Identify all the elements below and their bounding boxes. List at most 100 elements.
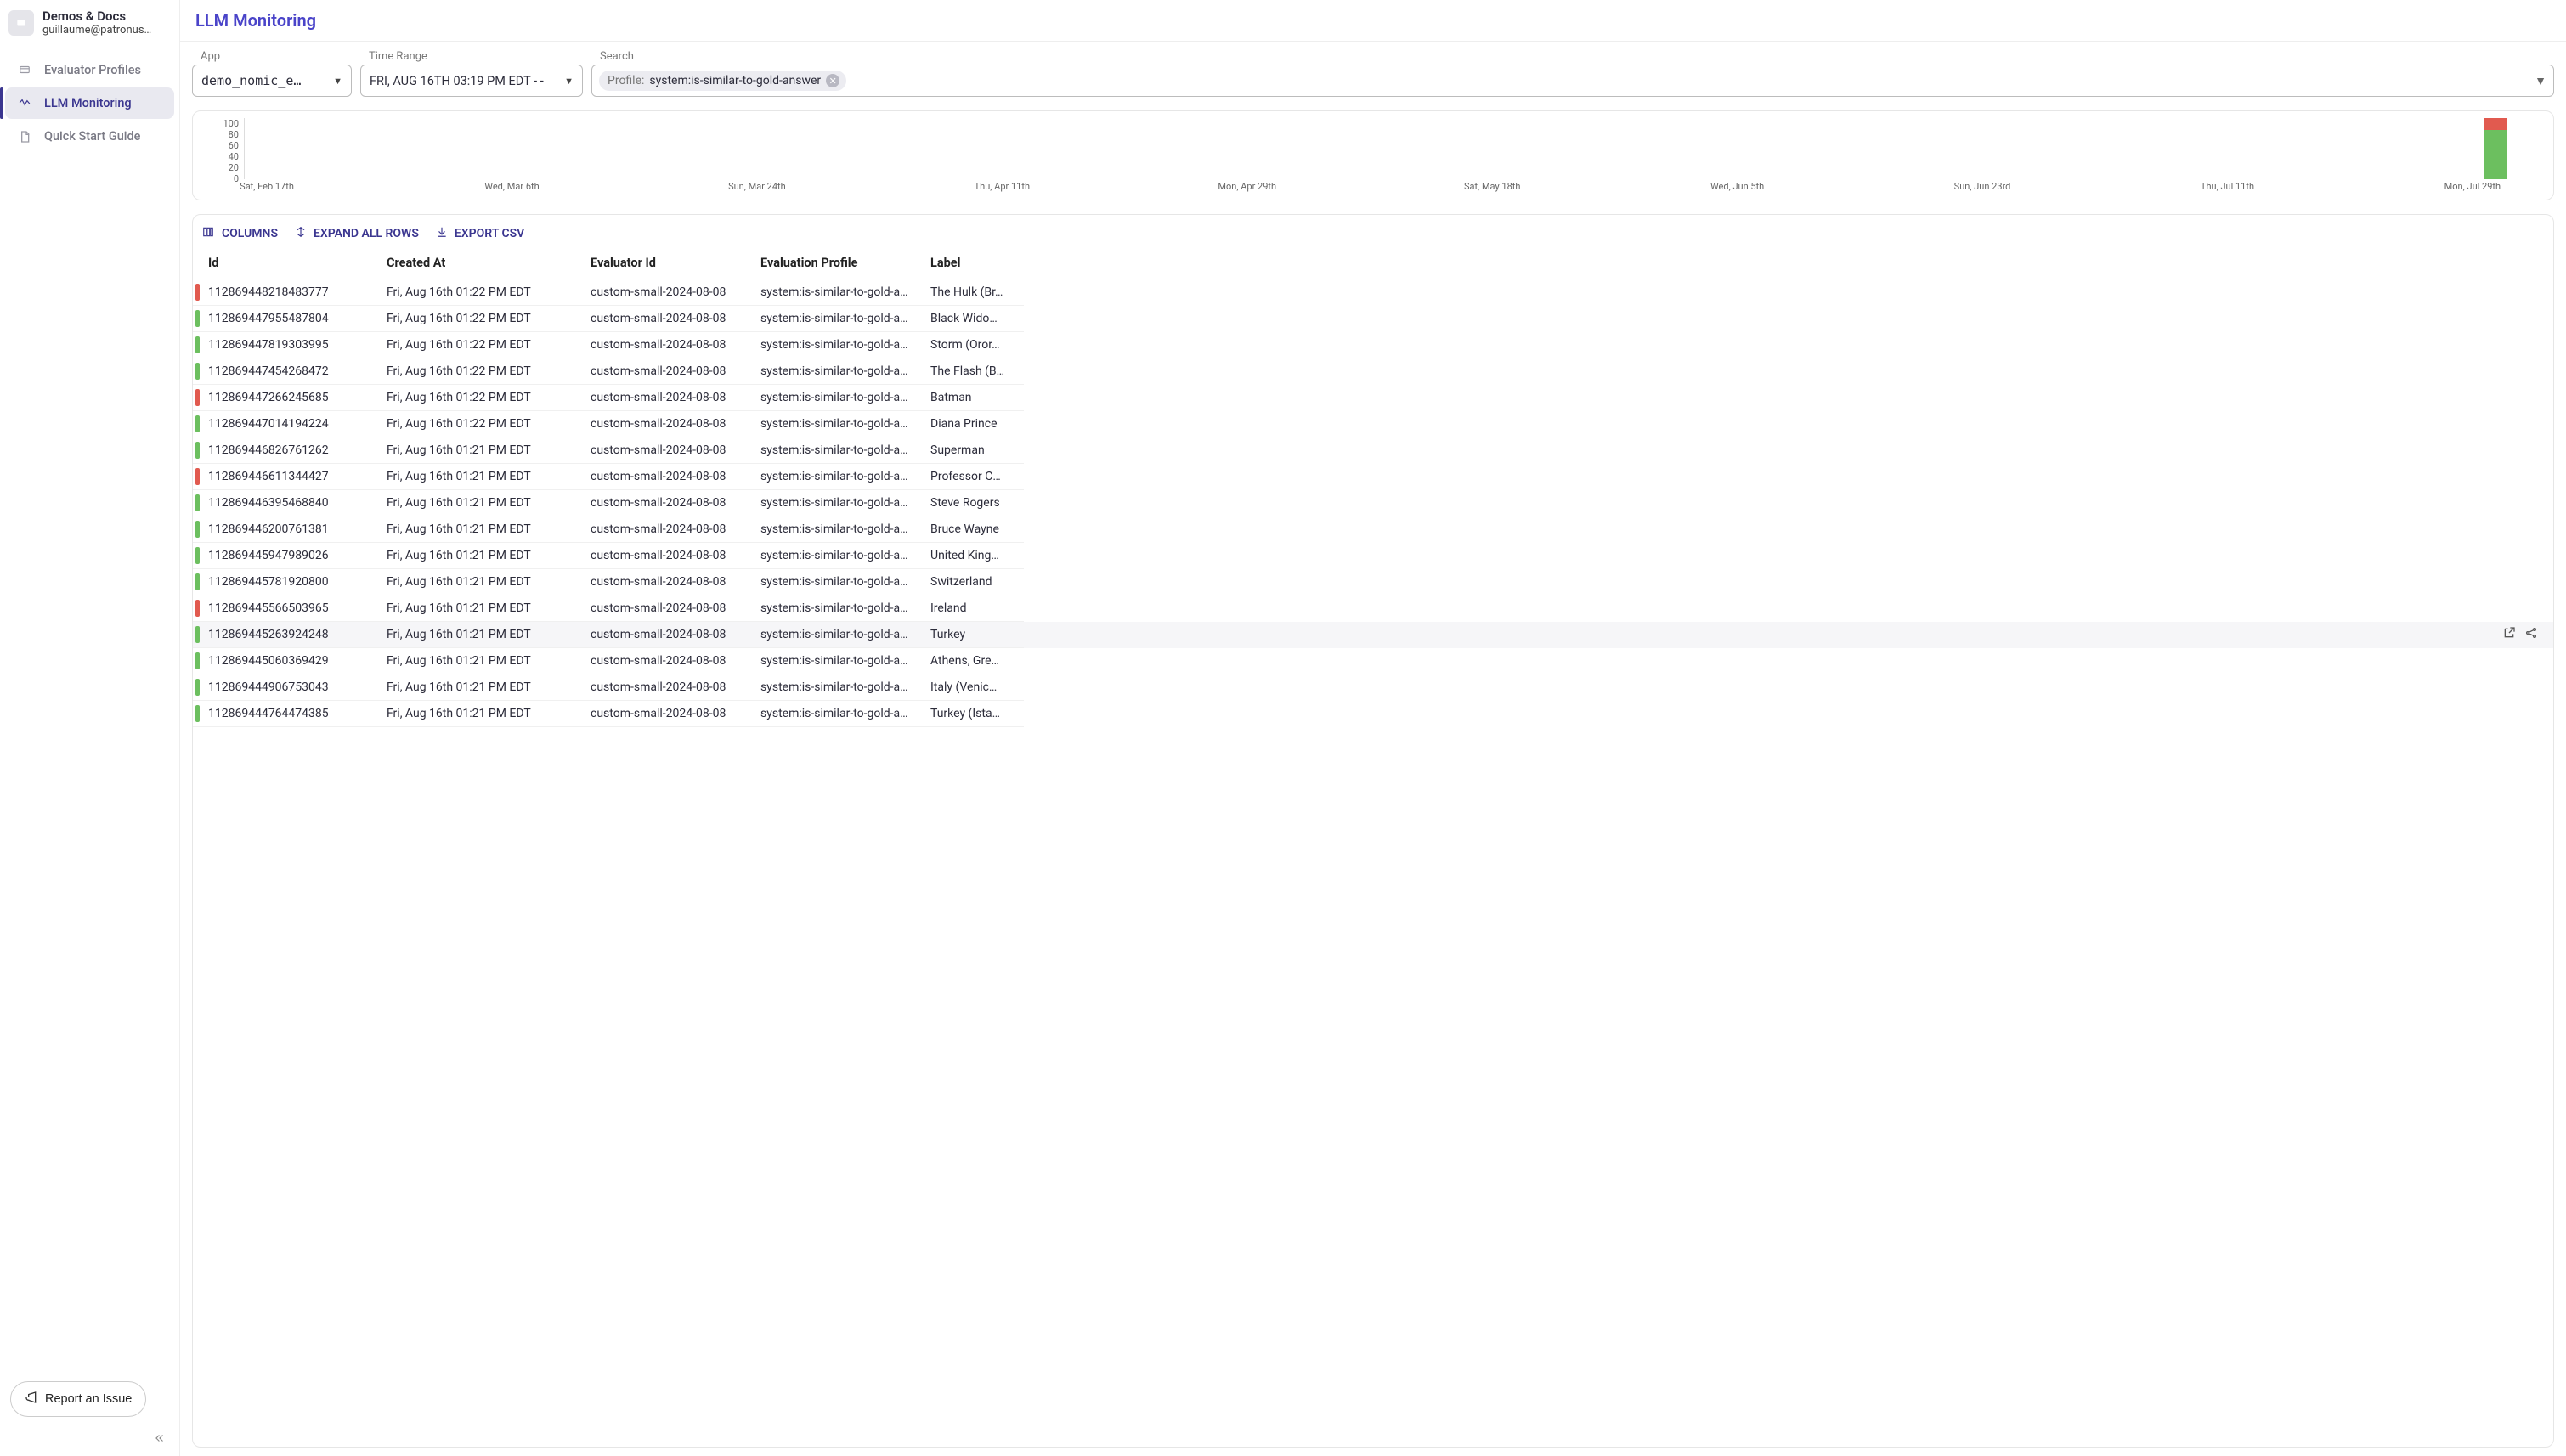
expand-label: EXPAND ALL ROWS [314,227,419,240]
open-icon[interactable] [2502,626,2516,643]
chart-bar[interactable] [2484,118,2507,179]
sidebar-item-llm-monitoring[interactable]: LLM Monitoring [5,87,174,119]
org-avatar-icon [8,10,34,36]
x-tick: Mon, Apr 29th [1218,181,1276,192]
x-tick: Sat, May 18th [1464,181,1520,192]
chip-prefix: Profile: [608,74,644,87]
chart-card: 100806040200 Sat, Feb 17thWed, Mar 6thSu… [192,110,2554,200]
report-issue-label: Report an Issue [45,1392,132,1406]
cell-id: 112869446395468840 [200,490,378,516]
cell-created: Fri, Aug 16th 01:22 PM EDT [378,332,582,358]
table-row[interactable]: 112869447819303995Fri, Aug 16th 01:22 PM… [193,332,2553,358]
expand-rows-button[interactable]: EXPAND ALL ROWS [295,225,419,242]
column-header[interactable]: Id [200,247,378,279]
sidebar-item-quick-start[interactable]: Quick Start Guide [5,121,174,153]
cell-profile: system:is-similar-to-gold-a… [752,569,922,595]
column-header[interactable]: Label [922,247,1024,279]
share-icon[interactable] [2524,626,2538,643]
export-csv-button[interactable]: EXPORT CSV [436,225,524,242]
cell-evaluator: custom-small-2024-08-08 [582,306,752,332]
cell-label: United King… [922,543,1024,569]
table-scroll[interactable]: IdCreated AtEvaluator IdEvaluation Profi… [193,247,2553,727]
cell-id: 112869446826761262 [200,437,378,464]
table-row[interactable]: 112869445060369429Fri, Aug 16th 01:21 PM… [193,648,2553,674]
cell-created: Fri, Aug 16th 01:21 PM EDT [378,543,582,569]
x-tick: Wed, Mar 6th [484,181,539,192]
cell-profile: system:is-similar-to-gold-a… [752,332,922,358]
cell-evaluator: custom-small-2024-08-08 [582,411,752,437]
x-axis: Sat, Feb 17thWed, Mar 6thSun, Mar 24thTh… [244,181,2541,195]
cell-label: The Flash (B… [922,358,1024,385]
cell-id: 112869444764474385 [200,701,378,727]
table-row[interactable]: 112869447266245685Fri, Aug 16th 01:22 PM… [193,385,2553,411]
cell-id: 112869445781920800 [200,569,378,595]
time-range-select[interactable]: FRI, AUG 16TH 03:19 PM EDT - - ▼ [360,65,583,97]
table-row[interactable]: 112869448218483777Fri, Aug 16th 01:22 PM… [193,279,2553,306]
cell-evaluator: custom-small-2024-08-08 [582,464,752,490]
cell-created: Fri, Aug 16th 01:21 PM EDT [378,595,582,622]
cell-created: Fri, Aug 16th 01:21 PM EDT [378,464,582,490]
export-label: EXPORT CSV [455,227,524,240]
org-block[interactable]: Demos & Docs guillaume@patronus… [0,0,179,46]
table-row[interactable]: 112869445781920800Fri, Aug 16th 01:21 PM… [193,569,2553,595]
chip-remove-button[interactable]: ✕ [826,74,839,87]
table-row[interactable]: 112869446826761262Fri, Aug 16th 01:21 PM… [193,437,2553,464]
cell-created: Fri, Aug 16th 01:22 PM EDT [378,279,582,306]
bar-segment-fail [2484,118,2507,130]
table-row[interactable]: 112869446395468840Fri, Aug 16th 01:21 PM… [193,490,2553,516]
y-tick: 100 [220,118,239,129]
table-row[interactable]: 112869447014194224Fri, Aug 16th 01:22 PM… [193,411,2553,437]
cell-label: Athens, Gre… [922,648,1024,674]
chart-area: 100806040200 Sat, Feb 17thWed, Mar 6thSu… [220,118,2545,195]
table-row[interactable]: 112869444764474385Fri, Aug 16th 01:21 PM… [193,701,2553,727]
cell-created: Fri, Aug 16th 01:22 PM EDT [378,385,582,411]
x-tick: Sat, Feb 17th [240,181,294,192]
cell-label: Diana Prince [922,411,1024,437]
table-row[interactable]: 112869447955487804Fri, Aug 16th 01:22 PM… [193,306,2553,332]
y-tick: 0 [220,173,239,184]
cell-evaluator: custom-small-2024-08-08 [582,622,752,648]
x-tick: Thu, Apr 11th [975,181,1030,192]
cell-profile: system:is-similar-to-gold-a… [752,385,922,411]
search-input[interactable]: Profile:system:is-similar-to-gold-answer… [591,65,2554,97]
cell-created: Fri, Aug 16th 01:21 PM EDT [378,516,582,543]
table-body: 112869448218483777Fri, Aug 16th 01:22 PM… [193,279,2553,727]
table-row[interactable]: 112869444906753043Fri, Aug 16th 01:21 PM… [193,674,2553,701]
app-select[interactable]: demo_nomic_e… ▼ [192,65,352,97]
search-chip: Profile:system:is-similar-to-gold-answer… [599,71,846,91]
y-tick: 40 [220,151,239,162]
cell-profile: system:is-similar-to-gold-a… [752,490,922,516]
cell-id: 112869446611344427 [200,464,378,490]
column-header[interactable]: Created At [378,247,582,279]
cell-profile: system:is-similar-to-gold-a… [752,358,922,385]
collapse-sidebar-button[interactable] [152,1432,167,1448]
table-row[interactable]: 112869445947989026Fri, Aug 16th 01:21 PM… [193,543,2553,569]
cell-id: 112869447014194224 [200,411,378,437]
table-toolbar: COLUMNS EXPAND ALL ROWS EXPORT CSV [193,215,2553,247]
cell-profile: system:is-similar-to-gold-a… [752,437,922,464]
chevron-down-icon: ▼ [2535,74,2546,88]
table-row[interactable]: 112869446611344427Fri, Aug 16th 01:21 PM… [193,464,2553,490]
cell-created: Fri, Aug 16th 01:21 PM EDT [378,569,582,595]
chevron-down-icon: ▼ [333,76,342,87]
search-filter-label: Search [591,50,2554,63]
table-row[interactable]: 112869447454268472Fri, Aug 16th 01:22 PM… [193,358,2553,385]
sidebar-item-evaluator-profiles[interactable]: Evaluator Profiles [5,54,174,86]
cell-evaluator: custom-small-2024-08-08 [582,648,752,674]
column-header[interactable]: Evaluation Profile [752,247,922,279]
main: LLM Monitoring App demo_nomic_e… ▼ Time … [180,0,2566,1456]
cell-evaluator: custom-small-2024-08-08 [582,279,752,306]
time-filter-label: Time Range [360,50,583,63]
cell-label: Black Wido… [922,306,1024,332]
cell-label: Superman [922,437,1024,464]
table-row[interactable]: 112869446200761381Fri, Aug 16th 01:21 PM… [193,516,2553,543]
table-row[interactable]: 112869445263924248Fri, Aug 16th 01:21 PM… [193,622,2553,648]
sidebar-item-label: LLM Monitoring [44,96,132,110]
report-issue-button[interactable]: Report an Issue [10,1381,146,1417]
table-row[interactable]: 112869445566503965Fri, Aug 16th 01:21 PM… [193,595,2553,622]
cell-id: 112869445263924248 [200,622,378,648]
column-header[interactable]: Evaluator Id [582,247,752,279]
cell-evaluator: custom-small-2024-08-08 [582,701,752,727]
columns-button[interactable]: COLUMNS [201,225,278,242]
cell-created: Fri, Aug 16th 01:22 PM EDT [378,306,582,332]
